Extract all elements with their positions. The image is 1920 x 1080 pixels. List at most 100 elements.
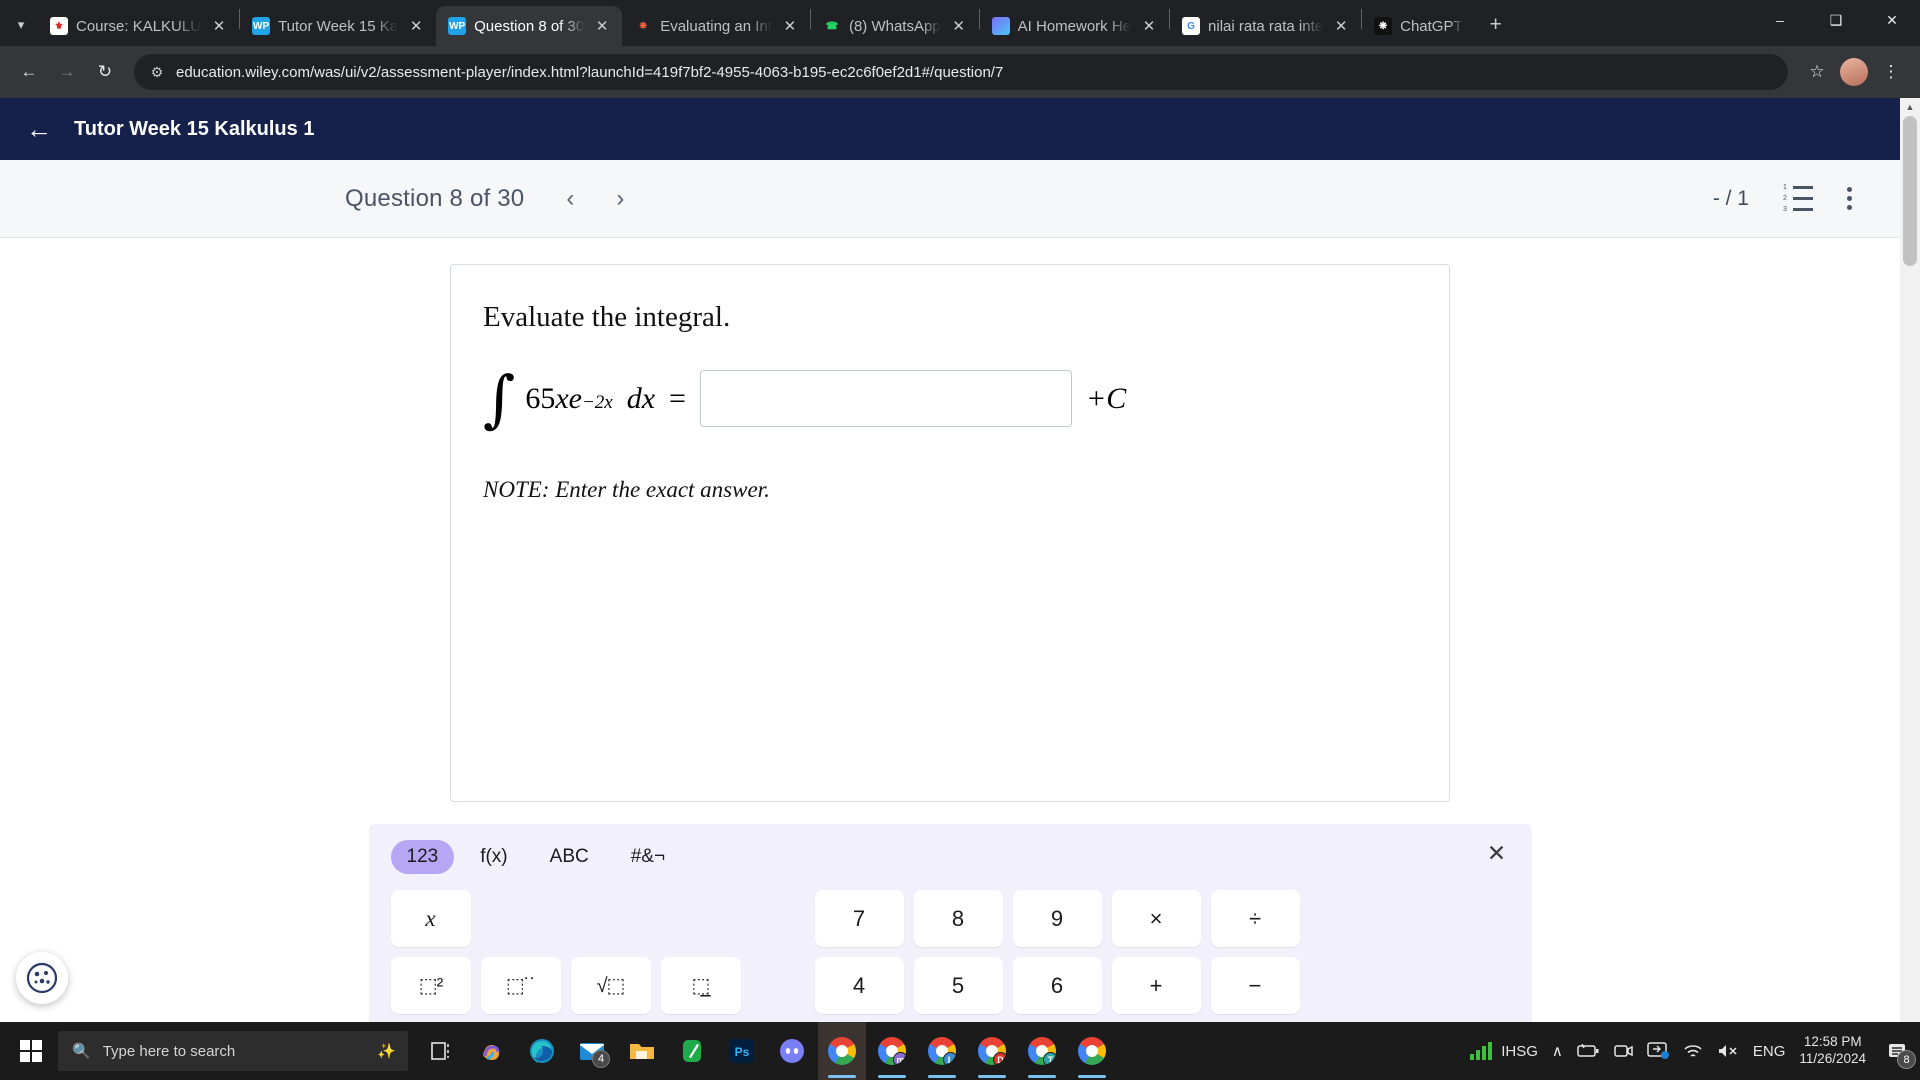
clock[interactable]: 12:58 PM 11/26/2024: [1799, 1034, 1866, 1068]
scrollbar-thumb[interactable]: [1903, 116, 1917, 266]
key-4[interactable]: 4: [814, 957, 904, 1014]
tab-numbers[interactable]: 123: [390, 840, 455, 874]
tab-title: (8) WhatsApp: [848, 17, 941, 35]
battery-icon[interactable]: [1577, 1044, 1599, 1058]
close-icon[interactable]: ✕: [406, 16, 426, 36]
chrome-profile-t-button[interactable]: T: [1018, 1022, 1066, 1080]
cookie-icon: [26, 962, 58, 994]
answer-input[interactable]: [699, 370, 1072, 427]
windows-taskbar: 🔍 Type here to search ✨ 4 Ps m L D T IHS…: [0, 1022, 1920, 1080]
square-template-icon: ⬚²: [418, 975, 444, 997]
page-scrollbar[interactable]: ▲: [1900, 98, 1920, 1022]
task-view-button[interactable]: [418, 1022, 466, 1080]
start-button[interactable]: [6, 1022, 56, 1080]
key-square[interactable]: ⬚²: [390, 957, 471, 1014]
tab-title: Evaluating an Int: [660, 17, 772, 35]
tab-symbols[interactable]: #&¬: [615, 840, 681, 874]
key-plus[interactable]: +: [1111, 957, 1201, 1014]
microsoft-edge-button[interactable]: [518, 1022, 566, 1080]
onenote-icon: [683, 1040, 701, 1062]
maximize-button[interactable]: ❑: [1808, 0, 1864, 40]
key-power[interactable]: ⬚˙˙: [480, 957, 561, 1014]
key-sqrt[interactable]: √⬚: [570, 957, 651, 1014]
tab-functions[interactable]: f(x): [464, 840, 523, 874]
next-question-icon[interactable]: ›: [606, 185, 634, 213]
key-multiply[interactable]: ×: [1111, 890, 1201, 947]
camera-icon[interactable]: [1613, 1043, 1633, 1059]
minimize-button[interactable]: –: [1752, 0, 1808, 40]
back-arrow-icon[interactable]: ←: [26, 116, 52, 142]
close-keyboard-icon[interactable]: ✕: [1482, 838, 1512, 868]
key-9[interactable]: 9: [1012, 890, 1102, 947]
volume-mute-icon[interactable]: [1717, 1043, 1739, 1059]
close-icon[interactable]: ✕: [209, 16, 229, 36]
reload-button[interactable]: ↻: [88, 55, 122, 89]
new-tab-button[interactable]: +: [1479, 8, 1513, 42]
tab-strip: ▾ ⚜ Course: KALKULU ✕ WP Tutor Week 15 K…: [0, 0, 1920, 46]
language-indicator[interactable]: ENG: [1753, 1043, 1786, 1060]
display-settings-icon[interactable]: [1647, 1042, 1669, 1060]
profile-badge: m: [893, 1052, 906, 1065]
forward-button[interactable]: →: [50, 55, 84, 89]
key-6[interactable]: 6: [1012, 957, 1102, 1014]
file-explorer-button[interactable]: [618, 1022, 666, 1080]
chrome-profile-main-button[interactable]: [818, 1022, 866, 1080]
key-minus[interactable]: −: [1210, 957, 1300, 1014]
keypad-template-keys: x ⬚² ⬚˙˙ √⬚ ⬚̲: [390, 890, 741, 1014]
key-5[interactable]: 5: [913, 957, 1003, 1014]
chrome-profile-l-button[interactable]: L: [918, 1022, 966, 1080]
question-prompt: Evaluate the integral.: [483, 301, 731, 333]
kebab-menu-icon[interactable]: [1847, 187, 1852, 210]
keypad-number-keys: 7 8 9 × ÷ 4 5 6 + −: [814, 890, 1300, 1014]
copilot-button[interactable]: [468, 1022, 516, 1080]
previous-question-icon[interactable]: ‹: [556, 185, 584, 213]
site-settings-icon[interactable]: ⚙: [148, 63, 166, 81]
key-7[interactable]: 7: [814, 890, 904, 947]
photoshop-button[interactable]: Ps: [718, 1022, 766, 1080]
chrome-profile-d-button[interactable]: D: [968, 1022, 1016, 1080]
browser-tab-4[interactable]: ☎ (8) WhatsApp ✕: [811, 6, 979, 46]
browser-tab-6[interactable]: G nilai rata rata inte ✕: [1170, 6, 1361, 46]
chrome-icon: T: [1028, 1037, 1056, 1065]
chrome-menu-icon[interactable]: ⋮: [1874, 55, 1908, 89]
stock-widget[interactable]: IHSG: [1470, 1042, 1538, 1060]
browser-tab-3[interactable]: ✵ Evaluating an Int ✕: [622, 6, 810, 46]
close-icon[interactable]: ✕: [1331, 16, 1351, 36]
close-icon[interactable]: ✕: [780, 16, 800, 36]
back-button[interactable]: ←: [12, 55, 46, 89]
onenote-button[interactable]: [668, 1022, 716, 1080]
address-bar[interactable]: ⚙ education.wiley.com/was/ui/v2/assessme…: [134, 54, 1788, 90]
browser-tab-2-active[interactable]: WP Question 8 of 30 ✕: [436, 6, 623, 46]
show-hidden-icons-button[interactable]: ∧: [1552, 1042, 1563, 1060]
profile-avatar[interactable]: [1840, 58, 1868, 86]
mail-button[interactable]: 4: [568, 1022, 616, 1080]
key-fraction[interactable]: ⬚̲: [660, 957, 741, 1014]
scroll-up-icon[interactable]: ▲: [1900, 98, 1920, 116]
browser-tab-7[interactable]: ❋ ChatGPT: [1362, 6, 1473, 46]
tab-search-button[interactable]: ▾: [4, 8, 38, 42]
bookmark-star-icon[interactable]: ☆: [1800, 55, 1834, 89]
app-header: ← Tutor Week 15 Kalkulus 1: [0, 98, 1900, 160]
tab-letters[interactable]: ABC: [534, 840, 605, 874]
wifi-icon[interactable]: [1683, 1043, 1703, 1059]
key-8[interactable]: 8: [913, 890, 1003, 947]
close-window-button[interactable]: ✕: [1864, 0, 1920, 40]
close-icon[interactable]: ✕: [1139, 16, 1159, 36]
key-divide[interactable]: ÷: [1210, 890, 1300, 947]
notifications-button[interactable]: 8: [1880, 1031, 1916, 1071]
chrome-profile-m-button[interactable]: m: [868, 1022, 916, 1080]
question-list-icon[interactable]: 1 2 3: [1783, 184, 1813, 213]
discord-button[interactable]: [768, 1022, 816, 1080]
keyboard-tabs: 123 f(x) ABC #&¬: [390, 840, 1510, 874]
browser-tab-1[interactable]: WP Tutor Week 15 Ka ✕: [240, 6, 436, 46]
browser-tab-0[interactable]: ⚜ Course: KALKULU ✕: [38, 6, 239, 46]
page-title: Tutor Week 15 Kalkulus 1: [74, 117, 315, 140]
close-icon[interactable]: ✕: [592, 16, 612, 36]
taskbar-search[interactable]: 🔍 Type here to search ✨: [58, 1031, 408, 1071]
close-icon[interactable]: ✕: [949, 16, 969, 36]
browser-tab-5[interactable]: AI Homework He ✕: [980, 6, 1169, 46]
chrome-profile-extra-button[interactable]: [1068, 1022, 1116, 1080]
cookie-preferences-button[interactable]: [16, 952, 68, 1004]
key-variable-x[interactable]: x: [390, 890, 471, 947]
plus-constant: +C: [1085, 381, 1127, 415]
